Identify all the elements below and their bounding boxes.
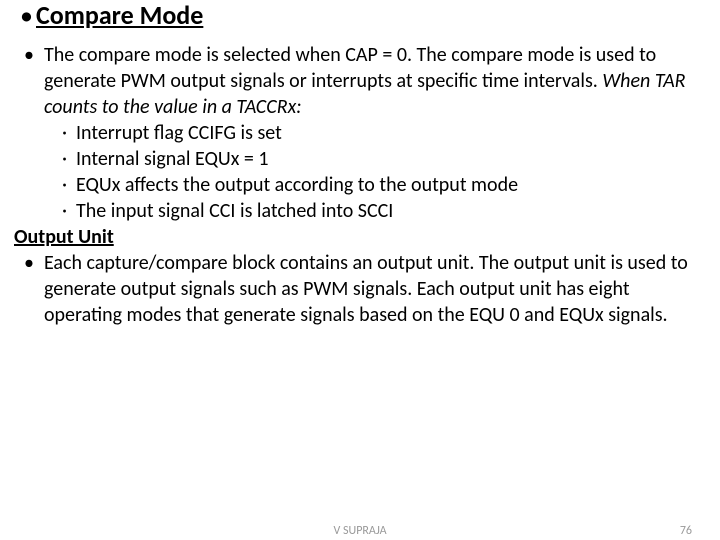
paragraph-2: • Each capture/compare block contains an…: [14, 250, 706, 328]
sub-item-text: The input signal CCI is latched into SCC…: [76, 198, 393, 224]
paragraph-2-text: Each capture/compare block contains an o…: [44, 250, 706, 328]
section-heading: Output Unit: [14, 224, 706, 250]
p1-part-a: The compare mode is selected when CAP = …: [44, 43, 656, 93]
bullet-marker: •: [14, 0, 36, 30]
sub-item: · Interrupt flag CCIFG is set: [14, 120, 706, 146]
sub-item-text: Interrupt flag CCIFG is set: [76, 120, 282, 146]
title-text: Compare Mode: [36, 0, 203, 30]
dot-marker: ·: [62, 146, 76, 172]
paragraph-1: • The compare mode is selected when CAP …: [14, 42, 706, 120]
sub-item: · Internal signal EQUx = 1: [14, 146, 706, 172]
sub-item: · EQUx affects the output according to t…: [14, 172, 706, 198]
dot-marker: ·: [62, 198, 76, 224]
sub-item-text: EQUx affects the output according to the…: [76, 172, 518, 198]
dot-marker: ·: [62, 120, 76, 146]
sub-item-text: Internal signal EQUx = 1: [76, 146, 269, 172]
footer-author: V SUPRAJA: [333, 524, 386, 538]
footer-page-number: 76: [680, 524, 692, 538]
bullet-marker: •: [14, 42, 44, 120]
slide-body: • Compare Mode • The compare mode is sel…: [0, 0, 720, 328]
title-bullet: • Compare Mode: [14, 0, 706, 30]
paragraph-1-text: The compare mode is selected when CAP = …: [44, 42, 706, 120]
slide: • Compare Mode • The compare mode is sel…: [0, 0, 720, 540]
bullet-marker: •: [14, 250, 44, 328]
sub-item: · The input signal CCI is latched into S…: [14, 198, 706, 224]
dot-marker: ·: [62, 172, 76, 198]
